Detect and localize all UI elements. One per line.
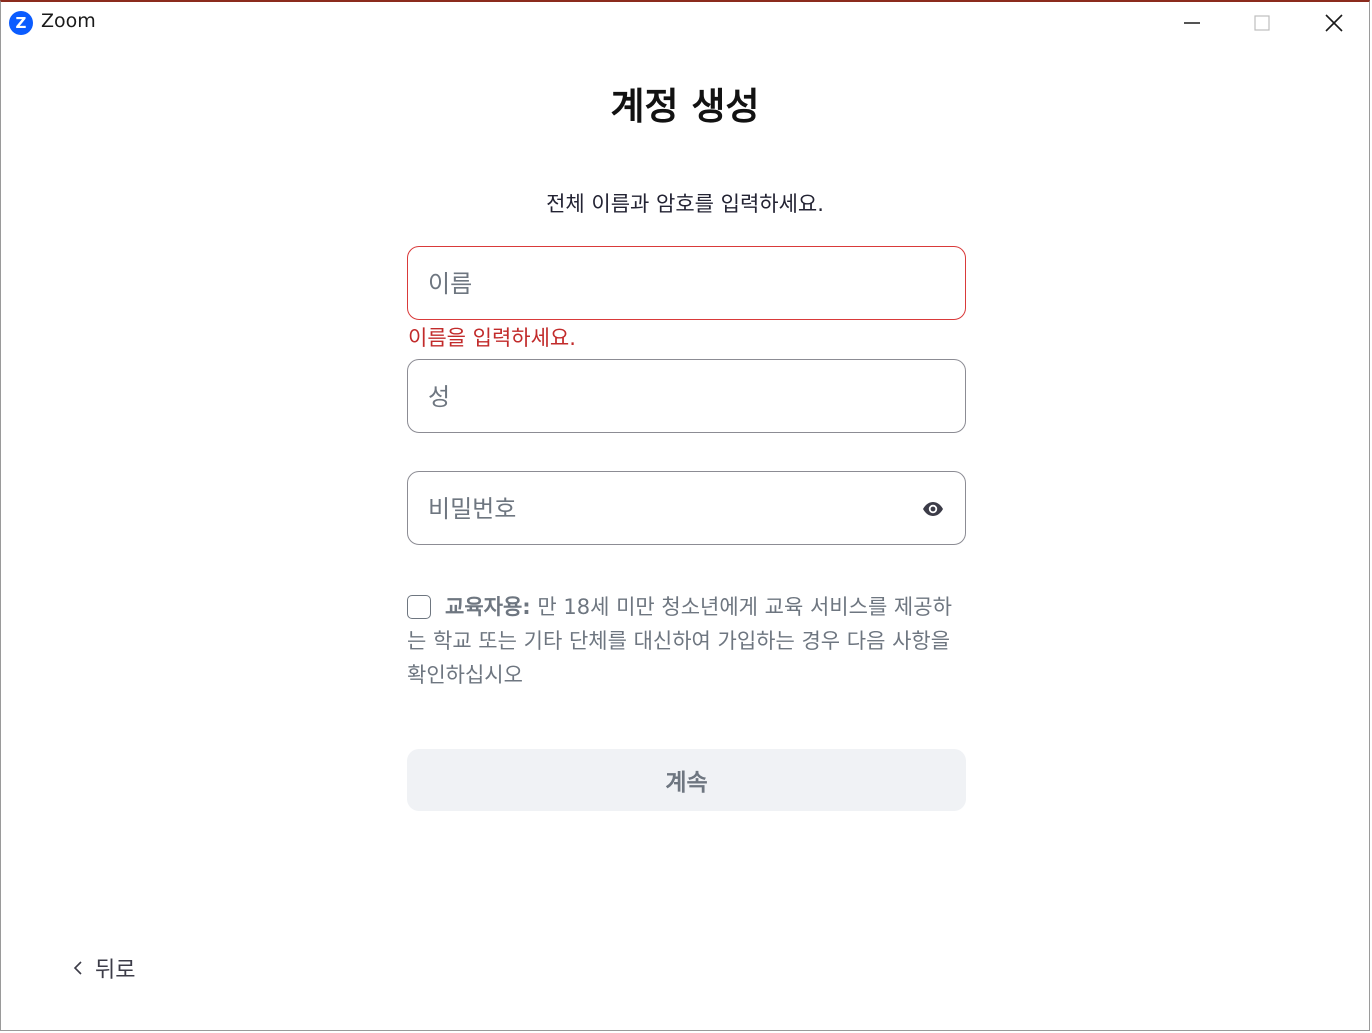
- first-name-field[interactable]: [407, 246, 966, 321]
- first-name-error: 이름을 입력하세요.: [408, 326, 576, 350]
- password-input[interactable]: [426, 472, 910, 546]
- zoom-logo-icon: Z: [9, 11, 33, 35]
- page-subtitle: 전체 이름과 암호를 입력하세요.: [546, 192, 824, 216]
- maximize-button[interactable]: [1227, 2, 1297, 44]
- education-notice: 교육자용: 만 18세 미만 청소년에게 교육 서비스를 제공하는 학교 또는 …: [407, 590, 963, 692]
- education-label-bold: 교육자용:: [445, 595, 531, 619]
- chevron-left-icon: [73, 961, 82, 975]
- password-toggle-button[interactable]: [921, 497, 945, 521]
- zoom-signup-window: Z Zoom 계정 생성 전체 이름과 암호를 입력하세요. 이름을 입력하세요…: [0, 0, 1370, 1031]
- minimize-icon: [1184, 22, 1200, 24]
- last-name-field[interactable]: [407, 359, 966, 434]
- last-name-input[interactable]: [426, 360, 910, 434]
- window-title: Zoom: [41, 10, 96, 32]
- continue-button[interactable]: 계속: [407, 749, 966, 811]
- first-name-input[interactable]: [426, 247, 910, 321]
- maximize-icon: [1254, 15, 1270, 31]
- close-icon: [1325, 14, 1343, 32]
- education-checkbox[interactable]: [407, 595, 431, 619]
- title-bar: Z Zoom: [1, 2, 1369, 44]
- back-label: 뒤로: [95, 958, 136, 983]
- back-button[interactable]: 뒤로: [71, 952, 135, 984]
- close-button[interactable]: [1299, 2, 1369, 44]
- password-field[interactable]: [407, 471, 966, 546]
- minimize-button[interactable]: [1157, 2, 1227, 44]
- eye-icon: [923, 502, 943, 516]
- page-title: 계정 생성: [610, 85, 760, 128]
